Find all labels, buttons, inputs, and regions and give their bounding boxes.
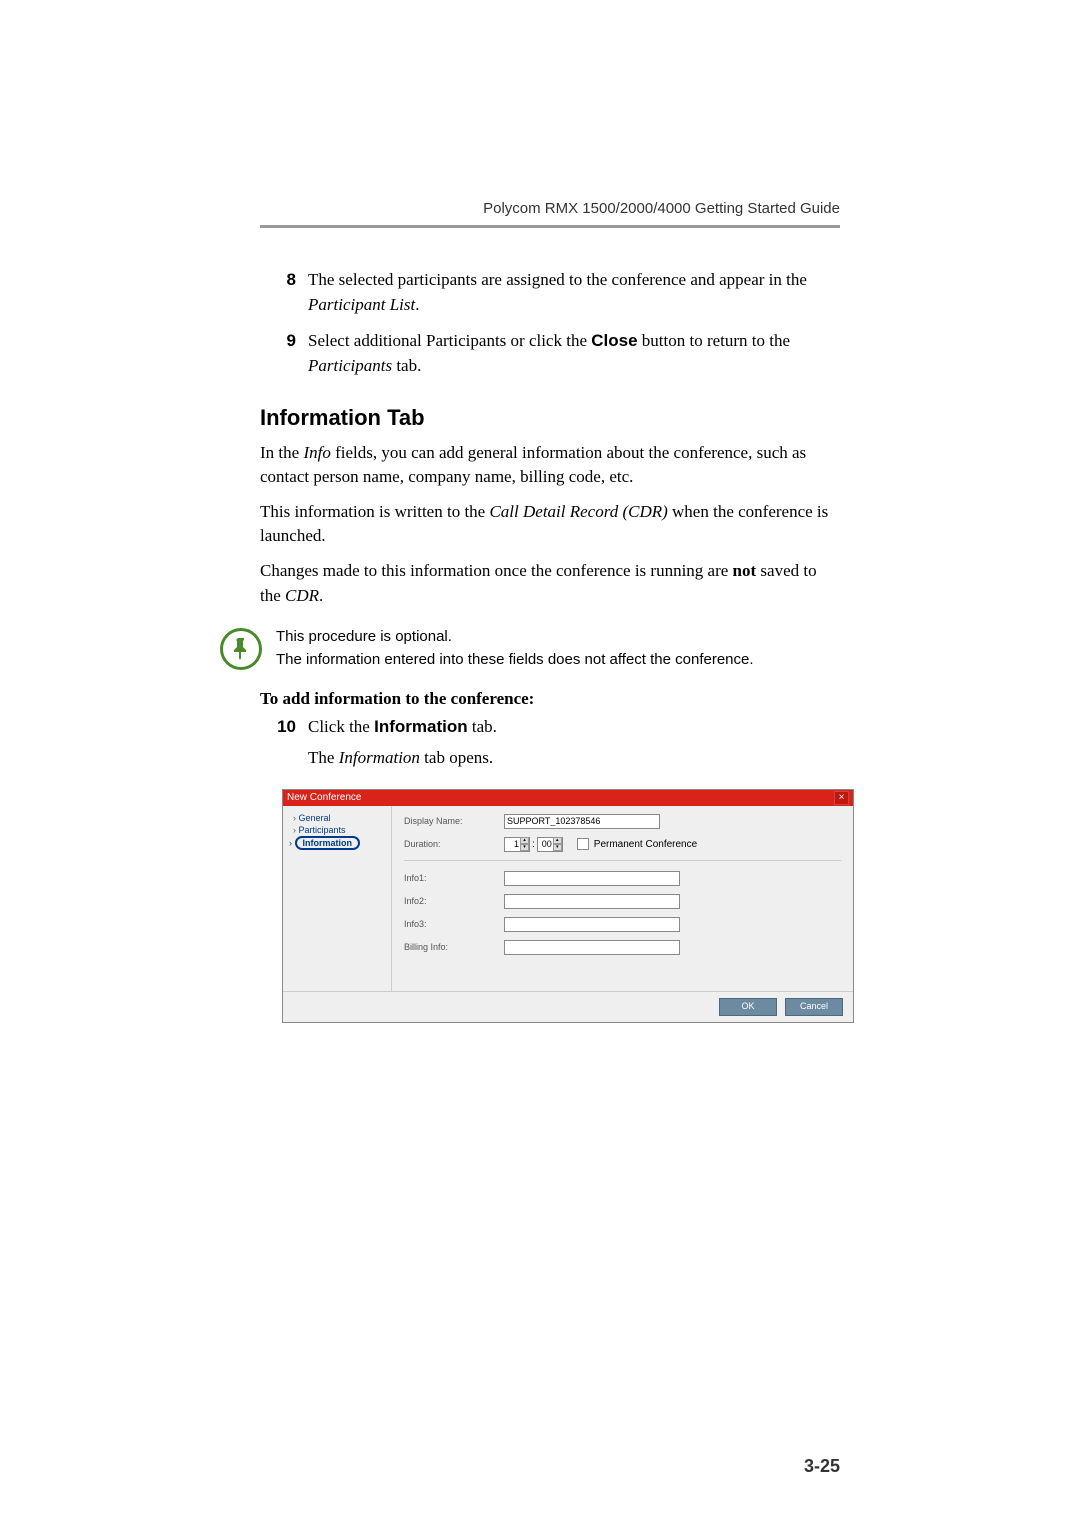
bold-text: not — [733, 561, 757, 580]
note-line: The information entered into these field… — [276, 649, 754, 672]
step-body: Click the Information tab. The Informati… — [308, 715, 840, 770]
label-billing: Billing Info: — [404, 942, 504, 952]
document-page: Polycom RMX 1500/2000/4000 Getting Start… — [0, 0, 1080, 1527]
paragraph: Changes made to this information once th… — [260, 559, 840, 608]
time-colon: : — [532, 839, 535, 850]
dialog-title: New Conference — [287, 792, 361, 803]
italic-text: Participant List — [308, 295, 415, 314]
dialog-footer: OK Cancel — [283, 991, 853, 1022]
info3-input[interactable] — [504, 917, 680, 932]
sidebar-item-information[interactable]: › Information — [287, 836, 387, 850]
sidebar-item-label: Information — [295, 836, 361, 850]
permanent-checkbox[interactable] — [577, 838, 589, 850]
dialog-screenshot: New Conference × General Participants › … — [282, 789, 854, 1023]
minutes-value: 00 — [538, 839, 553, 849]
italic-text: Information — [339, 748, 420, 767]
step-10: 10 Click the Information tab. The Inform… — [260, 715, 840, 770]
procedure-subhead: To add information to the conference: — [260, 689, 840, 709]
info1-input[interactable] — [504, 871, 680, 886]
text: Click the — [308, 717, 374, 736]
step-8: 8 The selected participants are assigned… — [260, 268, 840, 317]
row-info3: Info3: — [404, 917, 841, 932]
billing-input[interactable] — [504, 940, 680, 955]
italic-text: Info — [303, 443, 330, 462]
note-block: This procedure is optional. The informat… — [220, 626, 840, 671]
italic-text: CDR — [285, 586, 319, 605]
text: button to return to the — [638, 331, 791, 350]
cancel-button[interactable]: Cancel — [785, 998, 843, 1016]
label-display-name: Display Name: — [404, 816, 504, 826]
text: Select additional Participants or click … — [308, 331, 591, 350]
close-icon[interactable]: × — [834, 791, 849, 805]
text: tab opens. — [420, 748, 493, 767]
duration-controls: 1▴▾ : 00▴▾ Permanent Conference — [504, 837, 697, 852]
text: . — [415, 295, 419, 314]
row-duration: Duration: 1▴▾ : 00▴▾ Permanent Conferenc… — [404, 837, 841, 852]
label-info3: Info3: — [404, 919, 504, 929]
header-rule — [260, 225, 840, 228]
text: fields, you can add general information … — [260, 443, 806, 487]
minutes-stepper[interactable]: 00▴▾ — [537, 837, 563, 852]
step-number: 9 — [260, 329, 308, 378]
label-info1: Info1: — [404, 873, 504, 883]
text: Changes made to this information once th… — [260, 561, 733, 580]
bold-text: Close — [591, 331, 637, 350]
row-info2: Info2: — [404, 894, 841, 909]
step-body: The selected participants are assigned t… — [308, 268, 840, 317]
sidebar-item-participants[interactable]: Participants — [287, 824, 387, 836]
step-number: 10 — [260, 715, 308, 770]
hours-value: 1 — [505, 839, 520, 849]
row-display-name: Display Name: — [404, 814, 841, 829]
info2-input[interactable] — [504, 894, 680, 909]
dialog-body: General Participants › Information Displ… — [283, 806, 853, 991]
bold-text: Information — [374, 717, 468, 736]
italic-text: Participants — [308, 356, 392, 375]
note-line: This procedure is optional. — [276, 626, 754, 649]
step-result: The Information tab opens. — [308, 746, 840, 771]
step-body: Select additional Participants or click … — [308, 329, 840, 378]
row-billing: Billing Info: — [404, 940, 841, 955]
pushpin-icon — [220, 628, 262, 670]
spinner-buttons-icon[interactable]: ▴▾ — [553, 837, 562, 851]
step-9: 9 Select additional Participants or clic… — [260, 329, 840, 378]
running-header: Polycom RMX 1500/2000/4000 Getting Start… — [260, 200, 840, 217]
dialog-main: Display Name: Duration: 1▴▾ : 00▴▾ Perma… — [391, 806, 853, 991]
display-name-input[interactable] — [504, 814, 660, 829]
dialog-sidebar: General Participants › Information — [283, 806, 391, 991]
paragraph: In the Info fields, you can add general … — [260, 441, 840, 490]
divider — [404, 860, 841, 861]
text: tab. — [468, 717, 497, 736]
text: This information is written to the — [260, 502, 489, 521]
text: In the — [260, 443, 303, 462]
hours-stepper[interactable]: 1▴▾ — [504, 837, 530, 852]
paragraph: This information is written to the Call … — [260, 500, 840, 549]
sidebar-item-general[interactable]: General — [287, 812, 387, 824]
ok-button[interactable]: OK — [719, 998, 777, 1016]
label-info2: Info2: — [404, 896, 504, 906]
row-info1: Info1: — [404, 871, 841, 886]
text: . — [319, 586, 323, 605]
italic-text: Call Detail Record (CDR) — [489, 502, 667, 521]
step-number: 8 — [260, 268, 308, 317]
text: The — [308, 748, 339, 767]
dialog-titlebar: New Conference × — [283, 790, 853, 806]
text: The selected participants are assigned t… — [308, 270, 807, 289]
page-number: 3-25 — [804, 1456, 840, 1477]
spinner-buttons-icon[interactable]: ▴▾ — [520, 837, 529, 851]
text: tab. — [392, 356, 421, 375]
label-duration: Duration: — [404, 839, 504, 849]
label-permanent: Permanent Conference — [594, 839, 697, 850]
note-text: This procedure is optional. The informat… — [276, 626, 754, 671]
section-heading: Information Tab — [260, 405, 840, 431]
